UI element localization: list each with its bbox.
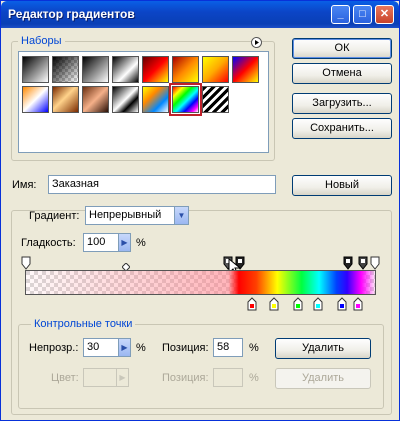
presets-label: Наборы: [18, 35, 65, 47]
gradient-editor-window: Редактор градиентов _ □ ✕ Наборы ОК Отме…: [0, 0, 400, 421]
preset-swatch[interactable]: [232, 56, 259, 83]
position-unit: %: [249, 342, 259, 354]
menu-arrow-icon[interactable]: [251, 37, 262, 48]
preset-swatch[interactable]: [22, 56, 49, 83]
position-field[interactable]: 58: [213, 338, 243, 357]
spin-arrow-icon: ▶: [116, 368, 129, 387]
opacity-unit: %: [136, 342, 146, 354]
opacity-field[interactable]: 30: [83, 338, 119, 357]
cancel-button[interactable]: Отмена: [292, 63, 392, 84]
minimize-button[interactable]: _: [331, 5, 350, 24]
opacity-stop[interactable]: [343, 256, 353, 270]
preset-swatch[interactable]: [202, 56, 229, 83]
color-stop-green[interactable]: [293, 297, 303, 311]
load-button[interactable]: Загрузить...: [292, 93, 392, 114]
smoothness-label: Гладкость:: [21, 237, 76, 249]
ok-button[interactable]: ОК: [292, 38, 392, 59]
opacity-stop-end[interactable]: [370, 256, 380, 270]
color-position-unit: %: [249, 372, 259, 384]
opacity-label: Непрозр.:: [29, 342, 79, 354]
preset-swatch[interactable]: [142, 86, 169, 113]
position-label: Позиция:: [162, 342, 209, 354]
preset-swatch[interactable]: [112, 56, 139, 83]
opacity-stop-start[interactable]: [21, 256, 31, 270]
color-position-field: [213, 368, 243, 387]
name-field[interactable]: Заказная: [48, 175, 276, 194]
close-button[interactable]: ✕: [375, 5, 394, 24]
dropdown-arrow-icon[interactable]: ▼: [174, 206, 189, 225]
color-position-label: Позиция:: [162, 372, 209, 384]
smoothness-field[interactable]: 100: [83, 233, 119, 252]
control-points-group: [18, 324, 384, 409]
color-stop-cyan[interactable]: [313, 297, 323, 311]
preset-swatch[interactable]: [172, 56, 199, 83]
control-points-label: Контрольные точки: [31, 318, 136, 330]
save-button[interactable]: Сохранить...: [292, 118, 392, 139]
preset-swatch[interactable]: [82, 86, 109, 113]
smoothness-unit: %: [136, 237, 146, 249]
opacity-stop[interactable]: [358, 256, 368, 270]
color-stop-red[interactable]: [247, 297, 257, 311]
preset-swatch[interactable]: [22, 86, 49, 113]
gradient-type-label: Градиент:: [29, 210, 80, 222]
color-stop-blue[interactable]: [337, 297, 347, 311]
color-stop-magenta[interactable]: [353, 297, 363, 311]
preset-swatch[interactable]: [82, 56, 109, 83]
color-stop-yellow[interactable]: [269, 297, 279, 311]
delete-color-stop-button: Удалить: [275, 368, 371, 389]
delete-opacity-stop-button[interactable]: Удалить: [275, 338, 371, 359]
spin-arrow-icon[interactable]: ▶: [118, 338, 131, 357]
preset-swatch[interactable]: [52, 56, 79, 83]
spin-arrow-icon[interactable]: ▶: [118, 233, 131, 252]
preset-swatch[interactable]: [52, 86, 79, 113]
preset-swatch[interactable]: [112, 86, 139, 113]
maximize-button[interactable]: □: [353, 5, 372, 24]
window-title: Редактор градиентов: [8, 7, 135, 21]
new-button[interactable]: Новый: [292, 175, 392, 196]
title-bar[interactable]: Редактор градиентов _ □ ✕: [1, 1, 399, 28]
preset-swatch-selected[interactable]: [169, 83, 202, 116]
color-swatch-field: [83, 368, 117, 387]
gradient-preview-bar[interactable]: [25, 270, 376, 295]
name-label: Имя:: [12, 179, 37, 191]
preset-swatch[interactable]: [202, 86, 229, 113]
preset-swatches: [18, 51, 269, 153]
preset-swatch[interactable]: [142, 56, 169, 83]
color-label: Цвет:: [51, 372, 79, 384]
